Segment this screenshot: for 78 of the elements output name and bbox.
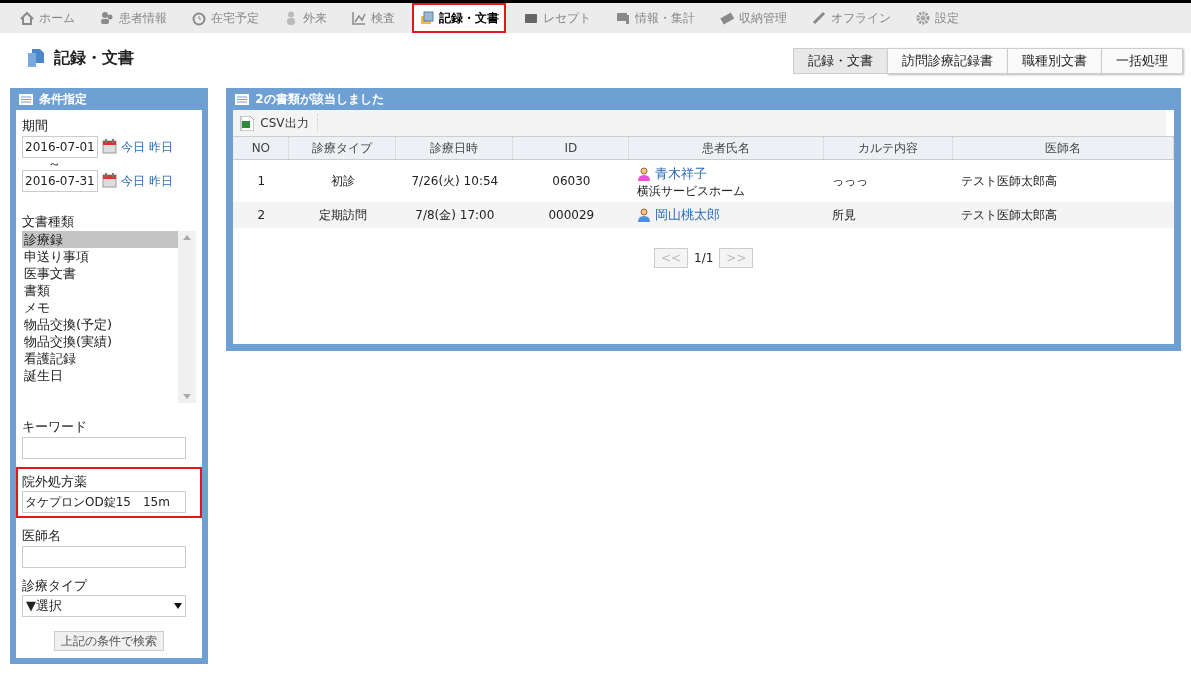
panel-title: 条件指定 xyxy=(39,91,87,108)
home-icon xyxy=(19,10,35,26)
sub-tab[interactable]: 訪問診療記録書 xyxy=(887,48,1008,74)
text-field[interactable] xyxy=(22,545,186,568)
field-label: キーワード xyxy=(22,418,88,436)
field-label: 医師名 xyxy=(22,527,62,545)
csv-button[interactable]: CSV出力 xyxy=(240,114,318,132)
list-option[interactable]: 申送り事項 xyxy=(22,248,179,265)
list-option[interactable]: 看護記録 xyxy=(22,350,179,367)
table-cell-text: 2 xyxy=(256,207,267,224)
dropdown-icon xyxy=(174,603,182,609)
yesterday-link[interactable]: 昨日 xyxy=(149,137,173,156)
sub-tab[interactable]: 職種別文書 xyxy=(1007,48,1102,74)
calendar-icon[interactable] xyxy=(102,139,117,154)
person-icon xyxy=(637,208,652,222)
list-option[interactable]: 誕生日 xyxy=(22,367,179,384)
today-link[interactable]: 今日 xyxy=(121,171,145,190)
calendar-icon[interactable] xyxy=(102,173,117,188)
gear-icon xyxy=(915,10,931,26)
table-cell-text: 7/26(火) 10:54 xyxy=(410,173,500,190)
scroll-up-icon[interactable] xyxy=(183,235,192,240)
text-field[interactable] xyxy=(22,436,186,459)
search-button[interactable]: 上記の条件で検索 xyxy=(54,631,165,651)
field-label: 期間 xyxy=(22,117,49,135)
scroll-down-icon[interactable] xyxy=(183,394,192,399)
list-option[interactable]: メモ xyxy=(22,299,179,316)
table-cell-text: 000029 xyxy=(547,207,596,224)
table-cell-text: テスト医師太郎高 xyxy=(960,173,1059,190)
list-icon xyxy=(235,93,250,105)
table-cell-text: っっっ xyxy=(831,173,870,190)
table-cell-text: 定期訪問 xyxy=(317,207,368,224)
spreadsheet-icon xyxy=(240,115,255,131)
table-cell-text: 06030 xyxy=(551,173,592,190)
yesterday-link[interactable]: 昨日 xyxy=(149,171,173,190)
date-field[interactable]: 2016-07-01 xyxy=(22,135,98,158)
sub-tab[interactable]: 記録・文書 xyxy=(793,48,888,74)
chart-icon xyxy=(351,10,367,26)
today-link[interactable]: 今日 xyxy=(121,137,145,156)
table-cell-text: 7/8(金) 17:00 xyxy=(414,207,496,224)
scrollbar[interactable] xyxy=(178,231,197,403)
facility-name: 横浜サービスホーム xyxy=(637,183,747,198)
list-option[interactable]: 物品交換(実績) xyxy=(22,333,179,350)
table-cell-text: 1 xyxy=(256,173,267,190)
clock-icon xyxy=(191,10,207,26)
table-cell-text: テスト医師太郎高 xyxy=(960,207,1059,224)
list-option[interactable]: 書類 xyxy=(22,282,179,299)
table-cell-text: 所見 xyxy=(831,207,858,224)
doc-type-list[interactable]: 診療録 申送り事項 医事文書 書類 メモ 物品交換(予定) 物品交換(実績) 看護記録 誕生日 xyxy=(22,231,197,403)
field-label: 文書種類 xyxy=(22,212,75,231)
column-header: 診療日時 xyxy=(396,137,514,159)
column-header: 医師名 xyxy=(953,137,1174,159)
panel-title: 2の書類が該当しました xyxy=(255,91,384,108)
patient-link[interactable]: 岡山桃太郎 xyxy=(655,205,721,225)
column-header: カルテ内容 xyxy=(824,137,954,159)
patient-link[interactable]: 青木祥子 xyxy=(655,164,708,184)
table-cell-text: 初診 xyxy=(329,173,356,190)
users-icon xyxy=(99,10,115,26)
document-icon xyxy=(28,49,44,67)
sub-tab[interactable]: 一括処理 xyxy=(1101,48,1183,74)
person-icon xyxy=(637,167,652,181)
text-field[interactable]: タケプロンOD錠15 15m xyxy=(22,491,186,513)
column-header: NO xyxy=(233,137,290,159)
nav-tab[interactable]: 記録・文書 xyxy=(412,3,506,33)
column-header: 患者氏名 xyxy=(629,137,825,159)
page-title: 記録・文書 xyxy=(54,47,134,69)
page-indicator: 1/1 xyxy=(694,250,714,267)
date-field[interactable]: 2016-07-31 xyxy=(22,169,98,192)
visit-type-select[interactable]: ▼選択 xyxy=(22,595,186,617)
list-option[interactable]: 医事文書 xyxy=(22,265,179,282)
field-label: 診療タイプ xyxy=(22,576,89,595)
list-icon xyxy=(19,93,33,105)
range-separator: ～ xyxy=(47,157,62,170)
column-header: ID xyxy=(513,137,630,159)
field-label: 院外処方薬 xyxy=(22,472,88,491)
list-option[interactable]: 診療録 xyxy=(22,231,179,248)
docs-icon xyxy=(419,10,435,26)
column-header: 診療タイプ xyxy=(289,137,397,159)
list-option[interactable]: 物品交換(予定) xyxy=(22,316,179,333)
